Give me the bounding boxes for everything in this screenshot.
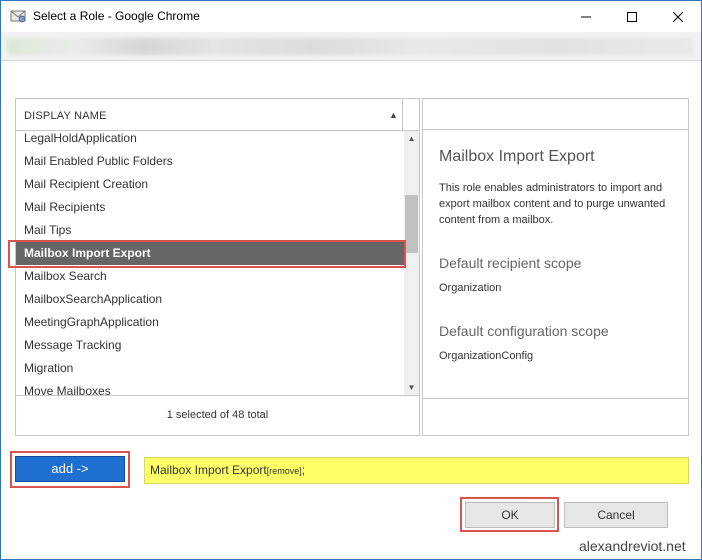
minimize-icon[interactable] [563,1,609,32]
role-details-panel: Mailbox Import Export This role enables … [422,130,689,398]
added-roles-field: Mailbox Import Export[remove]; [144,457,689,484]
remove-link[interactable]: [remove] [267,466,302,476]
list-item[interactable]: Mail Enabled Public Folders [16,150,404,173]
selected-row-highlight [8,240,406,268]
list-item[interactable]: Mailbox Search [16,265,404,288]
role-title: Mailbox Import Export [439,148,595,165]
sort-ascending-icon[interactable]: ▲ [389,110,398,120]
list-item[interactable]: MailboxSearchApplication [16,288,404,311]
scroll-down-icon[interactable]: ▼ [404,380,419,395]
window-title: Select a Role - Google Chrome [33,9,200,23]
recipient-scope-value: Organization [439,282,502,294]
list-item[interactable]: Mail Recipient Creation [16,173,404,196]
config-scope-value: OrganizationConfig [439,350,534,362]
scroll-thumb[interactable] [405,195,418,253]
list-item[interactable]: Mail Tips [16,219,404,242]
role-icon [10,10,26,23]
close-icon[interactable] [655,1,701,32]
watermark: alexandreviot.net [579,538,686,554]
list-item[interactable]: Mail Recipients [16,196,404,219]
selection-count: 1 selected of 48 total [16,395,419,435]
scroll-up-icon[interactable]: ▲ [404,131,419,146]
config-scope-label: Default configuration scope [439,323,609,339]
list-scrollbar[interactable]: ▲ ▼ [404,131,419,395]
list-header[interactable]: DISPLAY NAME ▲ [16,99,419,131]
header-divider [402,99,403,130]
list-item[interactable]: Move Mailboxes [16,380,404,395]
dialog-window: Select a Role - Google Chrome DISPLAY NA… [0,0,702,560]
role-description: This role enables administrators to impo… [439,182,666,226]
detail-search-box[interactable] [422,98,689,130]
list-item[interactable]: MeetingGraphApplication [16,311,404,334]
cancel-button[interactable]: Cancel [564,502,668,528]
added-role-name: Mailbox Import Export [150,463,267,477]
column-header-display-name[interactable]: DISPLAY NAME [24,110,107,122]
title-bar: Select a Role - Google Chrome [1,1,701,32]
list-item[interactable]: Migration [16,357,404,380]
address-bar-blurred [7,38,693,55]
detail-footer [422,398,689,436]
recipient-scope-label: Default recipient scope [439,255,582,271]
list-item[interactable]: Message Tracking [16,334,404,357]
ok-button-highlight [460,497,559,532]
address-bar[interactable] [1,32,701,61]
maximize-icon[interactable] [609,1,655,32]
added-separator: ; [301,463,306,477]
list-item[interactable]: LegalHoldApplication [16,131,404,150]
add-button-highlight [10,451,130,488]
